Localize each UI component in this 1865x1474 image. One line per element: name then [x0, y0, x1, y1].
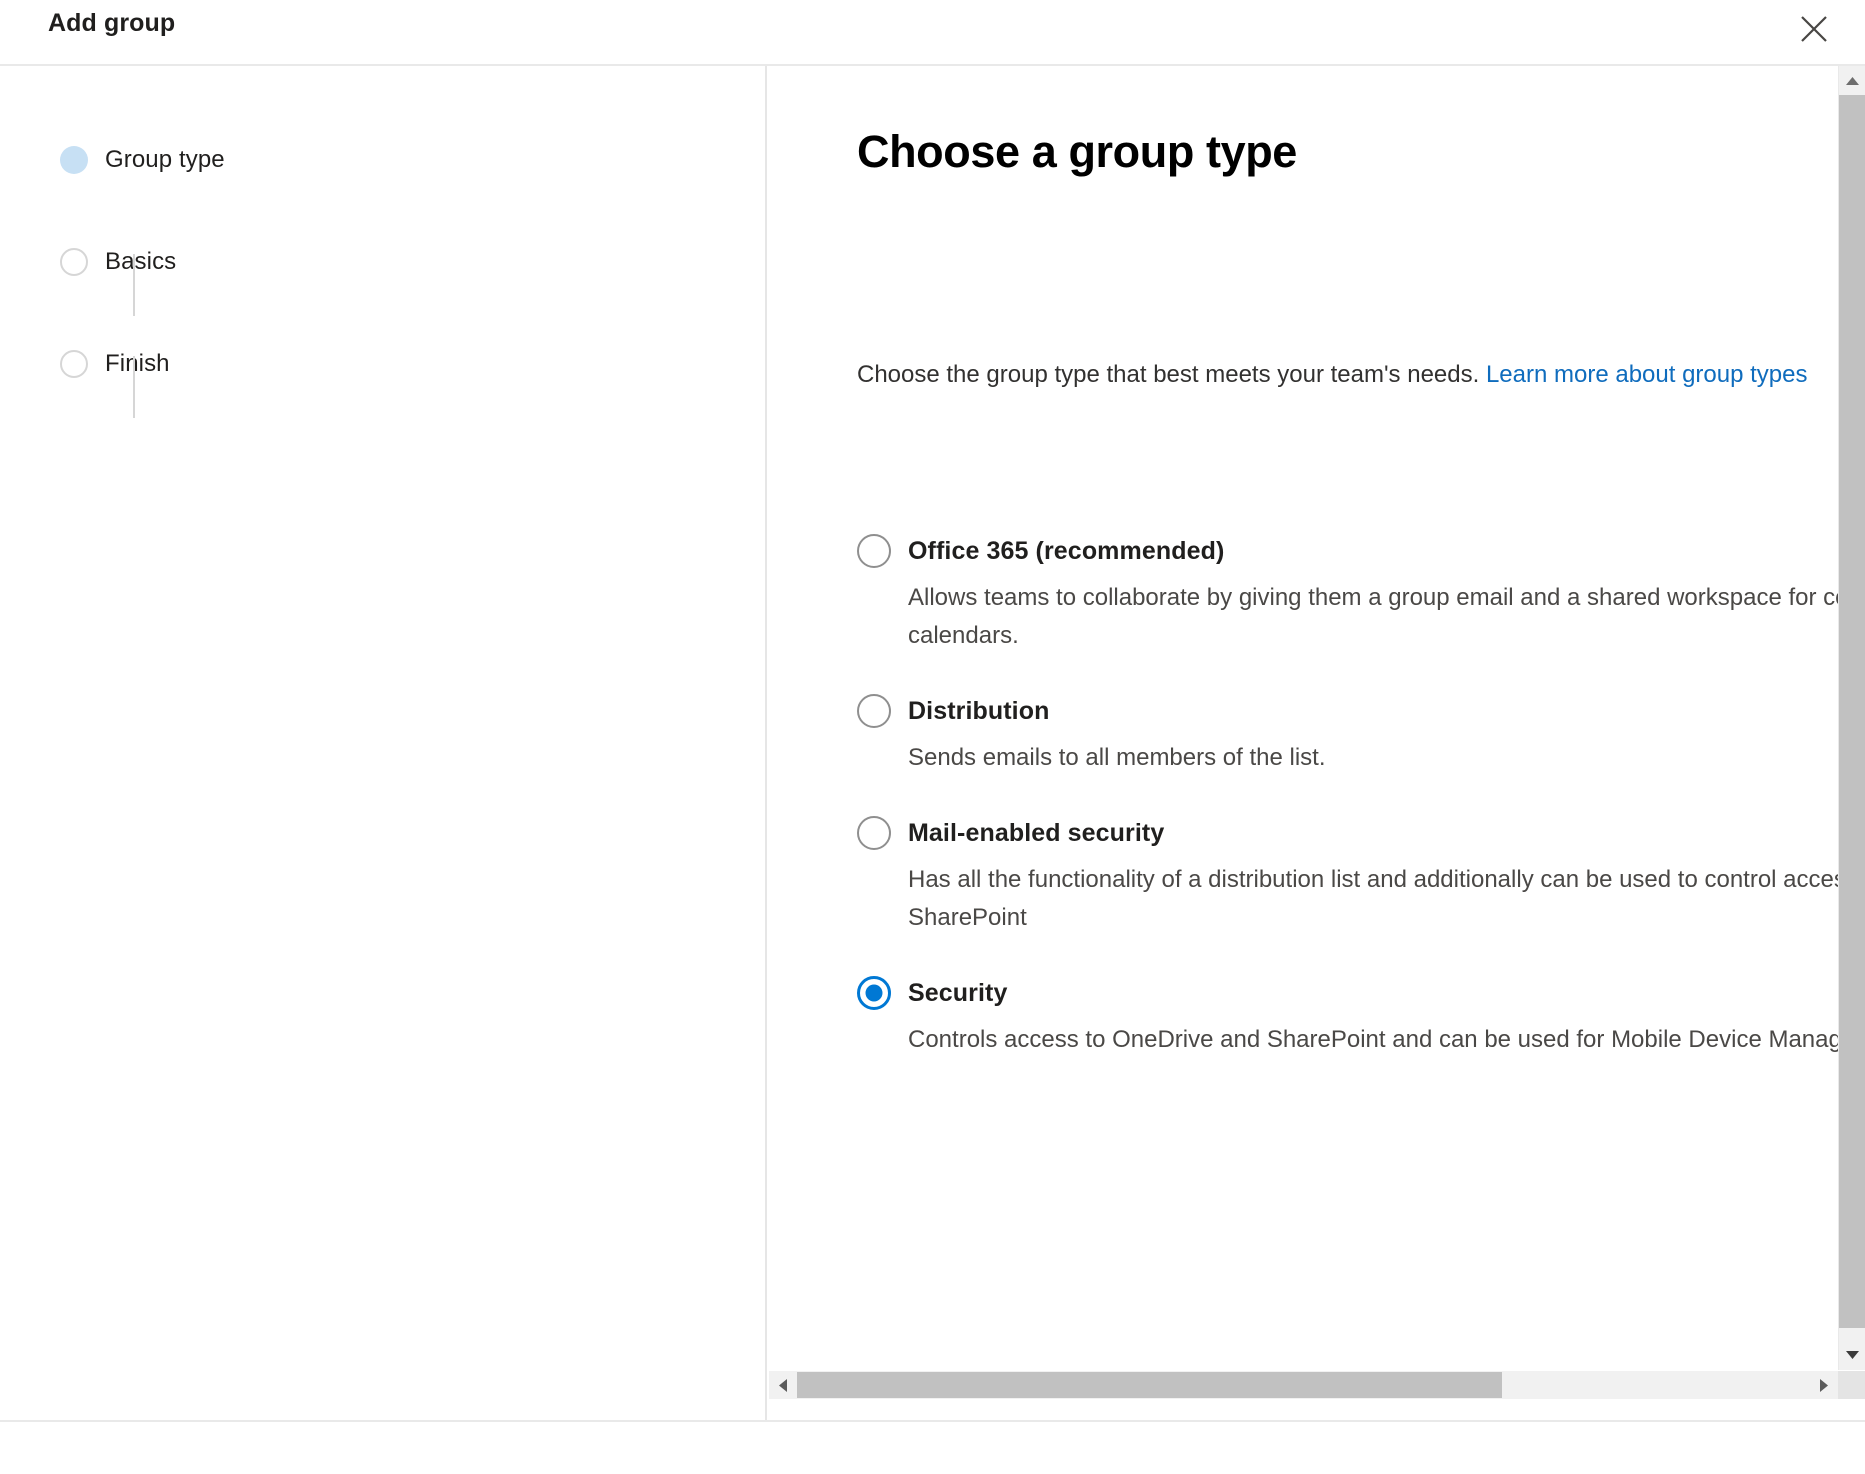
scroll-down-arrow-icon[interactable]	[1839, 1340, 1865, 1370]
wizard-step-label: Basics	[105, 248, 177, 275]
radio-option-label: Security	[908, 978, 1008, 1007]
dialog-body: Group type Basics Finish Choose a group …	[0, 66, 1865, 1422]
radio-button-icon[interactable]	[857, 816, 891, 850]
wizard-step-label: Group type	[105, 146, 225, 173]
radio-option-description: Sends emails to all members of the list.	[908, 744, 1326, 771]
radio-option-office-365[interactable]: Office 365 (recommended) Allows teams to…	[857, 534, 1838, 655]
scroll-right-arrow-icon[interactable]	[1810, 1371, 1838, 1399]
radio-option-header[interactable]: Security	[857, 976, 1838, 1010]
scroll-up-arrow-icon[interactable]	[1839, 66, 1865, 96]
radio-option-description: Has all the functionality of a distribut…	[908, 866, 1838, 931]
radio-option-description: Controls access to OneDrive and SharePoi…	[908, 1026, 1838, 1053]
wizard-step-label: Finish	[105, 350, 170, 377]
radio-button-icon[interactable]	[857, 694, 891, 728]
wizard-step-group-type[interactable]: Group type	[60, 144, 460, 176]
group-type-radio-list: Office 365 (recommended) Allows teams to…	[857, 534, 1838, 1059]
step-indicator-icon	[60, 350, 88, 378]
page-title: Choose a group type	[857, 126, 1297, 177]
dialog-footer-divider	[0, 1420, 1865, 1422]
horizontal-scrollbar[interactable]	[769, 1371, 1838, 1399]
radio-option-description: Allows teams to collaborate by giving th…	[908, 584, 1838, 649]
radio-option-distribution[interactable]: Distribution Sends emails to all members…	[857, 694, 1838, 777]
radio-option-mail-enabled-security[interactable]: Mail-enabled security Has all the functi…	[857, 816, 1838, 937]
add-group-dialog: Add group Group type Basics Finish Choos…	[0, 0, 1865, 1474]
radio-button-icon[interactable]	[857, 976, 891, 1010]
scroll-left-arrow-icon[interactable]	[769, 1371, 797, 1399]
step-indicator-icon	[60, 146, 88, 174]
horizontal-scrollbar-thumb[interactable]	[797, 1372, 1502, 1398]
scrollbar-corner	[1838, 1371, 1865, 1399]
radio-option-label: Distribution	[908, 696, 1050, 725]
vertical-scrollbar-thumb[interactable]	[1839, 95, 1865, 1328]
close-icon	[1798, 13, 1830, 45]
close-button[interactable]	[1785, 3, 1843, 55]
dialog-title: Add group	[48, 9, 176, 37]
wizard-pane: Group type Basics Finish	[0, 66, 767, 1422]
step-connector-1	[133, 254, 135, 316]
content-pane: Choose a group type Choose the group typ…	[769, 66, 1838, 1422]
wizard-steps: Group type Basics Finish	[60, 144, 460, 418]
step-indicator-icon	[60, 248, 88, 276]
learn-more-link[interactable]: Learn more about group types	[1486, 361, 1808, 388]
radio-option-header[interactable]: Distribution	[857, 694, 1838, 728]
vertical-scrollbar[interactable]	[1838, 66, 1865, 1370]
radio-option-label: Office 365 (recommended)	[908, 536, 1225, 565]
page-description: Choose the group type that best meets yo…	[857, 354, 1817, 395]
step-connector-2	[133, 356, 135, 418]
dialog-header: Add group	[0, 0, 1865, 66]
radio-option-security[interactable]: Security Controls access to OneDrive and…	[857, 976, 1838, 1059]
wizard-step-finish[interactable]: Finish	[60, 348, 460, 380]
radio-option-header[interactable]: Office 365 (recommended)	[857, 534, 1838, 568]
wizard-step-basics[interactable]: Basics	[60, 246, 460, 278]
description-text: Choose the group type that best meets yo…	[857, 361, 1486, 388]
radio-option-label: Mail-enabled security	[908, 818, 1165, 847]
radio-option-header[interactable]: Mail-enabled security	[857, 816, 1838, 850]
radio-button-icon[interactable]	[857, 534, 891, 568]
